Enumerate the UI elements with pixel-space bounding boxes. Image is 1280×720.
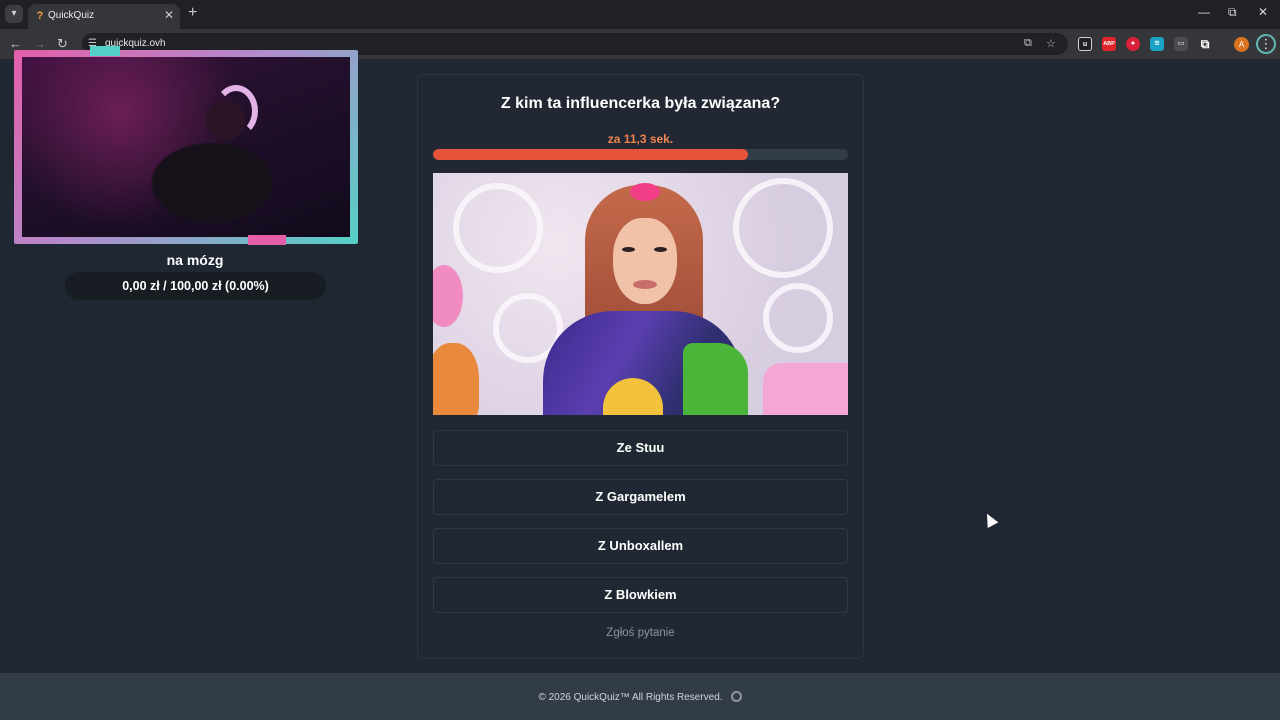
webcam-video [22,57,350,237]
restore-button[interactable]: ⧉ [1228,5,1237,20]
footer-copyright-text: © 2026 QuickQuiz™ All Rights Reserved. [538,692,723,703]
tab-search-button[interactable]: ▾ [5,5,23,23]
translate-icon[interactable]: ⧉ [1024,37,1032,50]
quiz-card: Z kim ta influencerka była związana? za … [417,74,864,659]
question-text: Z kim ta influencerka była związana? [500,95,781,112]
browser-menu-icon[interactable]: ⋮ [1256,34,1276,54]
window-close-button[interactable]: ✕ [1258,5,1268,19]
donation-goal: 0,00 zł / 100,00 zł (0.00%) [65,272,326,300]
new-tab-button[interactable]: + [188,5,197,21]
puzzle-icon[interactable]: ⧉ [1198,37,1212,51]
browser-tab[interactable]: ? QuickQuiz ✕ [28,4,180,29]
stream-title: na mózg [166,252,224,268]
report-question-link[interactable]: Zgłoś pytanie [418,627,863,639]
answer-button-1[interactable]: Ze Stuu [433,430,848,466]
webcam-frame [14,50,358,244]
red-extension-icon[interactable]: ● [1126,37,1140,51]
minimize-button[interactable]: — [1198,5,1210,19]
profile-avatar[interactable]: A [1234,37,1249,52]
adblock-plus-icon[interactable]: ABP [1102,37,1116,51]
grey-extension-icon[interactable]: ▭ [1174,37,1188,51]
answer-button-4[interactable]: Z Blowkiem [433,577,848,613]
time-progress-fill [433,149,749,160]
ublock-icon[interactable]: u [1078,37,1092,51]
browser-tab-bar: ▾ ? QuickQuiz ✕ + — ⧉ ✕ [0,0,1280,29]
teal-extension-icon[interactable]: ≋ [1150,37,1164,51]
headphone-shape [214,85,258,137]
frame-accent [248,235,286,245]
github-icon[interactable] [730,691,742,702]
quiz-favicon-icon: ? [36,10,44,22]
bookmark-star-icon[interactable]: ☆ [1046,37,1056,50]
mouse-cursor-icon [981,510,999,529]
answer-button-3[interactable]: Z Unboxallem [433,528,848,564]
frame-accent [90,46,120,56]
time-progress-bar [433,149,848,160]
tab-close-icon[interactable]: ✕ [164,8,174,22]
countdown-timer: za 11,3 sek. [607,132,674,146]
answer-button-2[interactable]: Z Gargamelem [433,479,848,515]
question-image [433,173,848,415]
page-footer: © 2026 QuickQuiz™ All Rights Reserved. [0,673,1280,720]
tab-title: QuickQuiz [48,10,95,21]
footer-copyright: © 2026 QuickQuiz™ All Rights Reserved. [0,691,1280,703]
